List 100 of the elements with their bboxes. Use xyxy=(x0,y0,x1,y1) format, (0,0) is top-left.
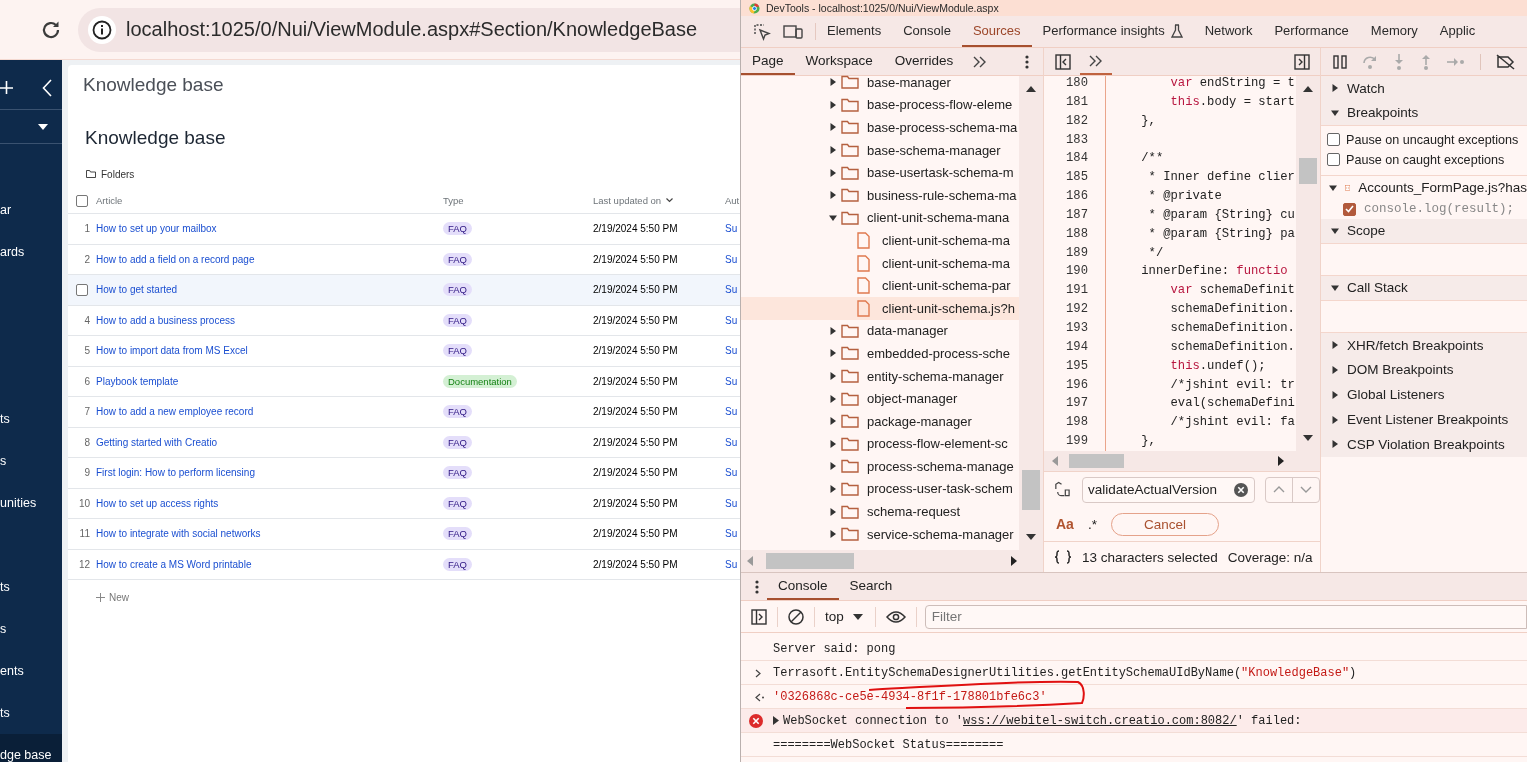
scroll-thumb[interactable] xyxy=(1069,454,1124,468)
article-link[interactable]: How to add a field on a record page xyxy=(96,253,443,265)
table-row[interactable]: 8 Getting started with Creatio FAQ 2/19/2024 5:50 PM Su xyxy=(68,427,740,458)
context-dropdown[interactable]: top xyxy=(815,606,876,627)
triangle-icon[interactable] xyxy=(772,716,780,725)
triangle-icon[interactable] xyxy=(829,507,837,516)
file-item[interactable]: client-unit-schema-ma xyxy=(741,229,1019,252)
nav-item[interactable]: s xyxy=(0,608,62,650)
filter-field[interactable]: Filter xyxy=(924,604,1527,629)
triangle-icon[interactable] xyxy=(1329,183,1337,192)
author-link[interactable]: Su xyxy=(725,284,740,296)
table-row[interactable]: 7 How to add a new employee record FAQ 2/19/2024 5:50 PM Su xyxy=(68,397,740,428)
pause-icon[interactable] xyxy=(1333,54,1347,69)
folder-name[interactable]: package-manager xyxy=(867,413,972,429)
article-link[interactable]: How to integrate with social networks xyxy=(96,528,443,540)
table-row[interactable]: 4 How to add a business process FAQ 2/19/2024 5:50 PM Su xyxy=(68,305,740,336)
file-item[interactable]: client-unit-schema.js?h xyxy=(741,296,1019,320)
sidebar-toggle-icon[interactable] xyxy=(1294,53,1310,70)
sort-caret-icon[interactable] xyxy=(666,198,674,203)
nav-item[interactable]: ts xyxy=(0,566,62,608)
table-row[interactable]: How to get started FAQ 2/19/2024 5:50 PM Su xyxy=(68,275,740,306)
nav-item[interactable]: ts xyxy=(0,692,62,734)
triangle-icon[interactable] xyxy=(829,213,837,222)
triangle-icon[interactable] xyxy=(1331,440,1339,449)
author-link[interactable]: Su xyxy=(725,253,740,265)
article-link[interactable]: How to set up your mailbox xyxy=(96,223,443,235)
triangle-icon[interactable] xyxy=(1331,283,1339,292)
triangle-icon[interactable] xyxy=(1331,226,1339,235)
chevron-left-icon[interactable] xyxy=(42,78,52,97)
triangle-icon[interactable] xyxy=(1331,108,1339,117)
plus-icon[interactable] xyxy=(0,80,14,95)
more-icon[interactable] xyxy=(1025,54,1029,69)
author-link[interactable]: Su xyxy=(725,497,740,509)
panel-tab[interactable]: Network xyxy=(1193,16,1264,47)
triangle-icon[interactable] xyxy=(829,417,837,426)
folder-name[interactable]: process-user-task-schem xyxy=(867,481,1013,497)
file-item[interactable]: client-unit-schema-ma xyxy=(741,251,1019,275)
author-link[interactable]: Su xyxy=(725,558,740,570)
triangle-icon[interactable] xyxy=(829,326,837,335)
table-row[interactable]: 10 How to set up access rights FAQ 2/19/2024 5:50 PM Su xyxy=(68,488,740,519)
deactivate-breakpoints-icon[interactable] xyxy=(1496,53,1516,70)
braces-icon[interactable] xyxy=(1054,550,1072,564)
sidebar-toggle-icon[interactable] xyxy=(1055,53,1071,70)
triangle-icon[interactable] xyxy=(1331,84,1339,93)
double-chevron-icon[interactable] xyxy=(973,55,988,68)
panel-tab[interactable]: Console xyxy=(892,16,962,47)
folder-name[interactable]: object-manager xyxy=(867,391,958,407)
article-link[interactable]: How to create a MS Word printable xyxy=(96,558,443,570)
info-icon[interactable] xyxy=(92,19,112,40)
new-button[interactable]: New xyxy=(96,588,129,606)
panel-tab[interactable]: Performance xyxy=(1263,16,1360,47)
folder-name[interactable]: data-manager xyxy=(867,323,948,339)
triangle-icon[interactable] xyxy=(829,394,837,403)
checkbox[interactable] xyxy=(1327,133,1340,147)
triangle-icon[interactable] xyxy=(829,78,837,87)
article-link[interactable]: How to set up access rights xyxy=(96,497,443,509)
scroll-thumb[interactable] xyxy=(1299,158,1317,184)
folder-name[interactable]: business-rule-schema-ma xyxy=(867,187,1017,203)
triangle-icon[interactable] xyxy=(829,168,837,177)
clear-icon[interactable] xyxy=(1234,482,1248,497)
article-link[interactable]: How to import data from MS Excel xyxy=(96,345,443,357)
breakpoint-file[interactable]: Accounts_FormPage.js?has xyxy=(1358,180,1527,196)
table-row[interactable]: 9 First login: How to perform licensing FAQ 2/19/2024 5:50 PM Su xyxy=(68,458,740,489)
panel-tab[interactable]: Applic xyxy=(1428,16,1487,47)
scroll-down-arrow-icon[interactable] xyxy=(1303,435,1313,441)
nav-item[interactable]: ards xyxy=(0,231,62,273)
sidebar-toggle-icon[interactable] xyxy=(751,608,767,625)
folder-name[interactable]: process-schema-manage xyxy=(867,458,1014,474)
row-checkbox[interactable] xyxy=(76,283,88,296)
triangle-icon[interactable] xyxy=(829,439,837,448)
scroll-up-arrow-icon[interactable] xyxy=(1026,86,1036,92)
caret-down-icon[interactable] xyxy=(38,123,48,130)
replace-toggle-icon[interactable] xyxy=(1053,480,1072,499)
scroll-up-arrow-icon[interactable] xyxy=(1303,86,1313,92)
table-row[interactable]: 5 How to import data from MS Excel FAQ 2/19/2024 5:50 PM Su xyxy=(68,336,740,367)
triangle-icon[interactable] xyxy=(1331,390,1339,399)
previous-match-icon[interactable] xyxy=(1273,486,1285,493)
panel-tab[interactable]: Performance insights xyxy=(1031,16,1194,47)
checkbox[interactable] xyxy=(1343,202,1356,216)
horizontal-scrollbar[interactable] xyxy=(1044,451,1320,471)
column-header[interactable]: Last updated on xyxy=(593,195,662,206)
panel-tab[interactable]: Elements xyxy=(816,16,893,47)
folder-name[interactable]: schema-request xyxy=(867,504,961,520)
folder-name[interactable]: base-process-schema-ma xyxy=(867,120,1018,135)
section-header[interactable]: Call Stack xyxy=(1347,280,1408,296)
folders-button[interactable]: Folders xyxy=(86,164,135,184)
link[interactable]: wss://webitel-switch.creatio.com:8082/ xyxy=(963,713,1237,728)
folder-name[interactable]: base-manager xyxy=(867,74,951,90)
match-case-toggle[interactable]: Aa xyxy=(1056,516,1074,532)
double-chevron-icon[interactable] xyxy=(1089,54,1103,67)
author-link[interactable]: Su xyxy=(725,314,740,326)
triangle-icon[interactable] xyxy=(829,530,837,539)
nav-item[interactable]: ents xyxy=(0,650,62,692)
article-link[interactable]: How to add a business process xyxy=(96,314,443,326)
scroll-right-arrow-icon[interactable] xyxy=(1278,456,1284,466)
nav-item[interactable]: ar xyxy=(0,189,62,231)
folder-name[interactable]: process-flow-element-sc xyxy=(867,436,1008,452)
inspect-icon[interactable] xyxy=(753,22,771,41)
author-link[interactable]: Su xyxy=(725,375,740,387)
author-link[interactable]: Su xyxy=(725,223,740,235)
